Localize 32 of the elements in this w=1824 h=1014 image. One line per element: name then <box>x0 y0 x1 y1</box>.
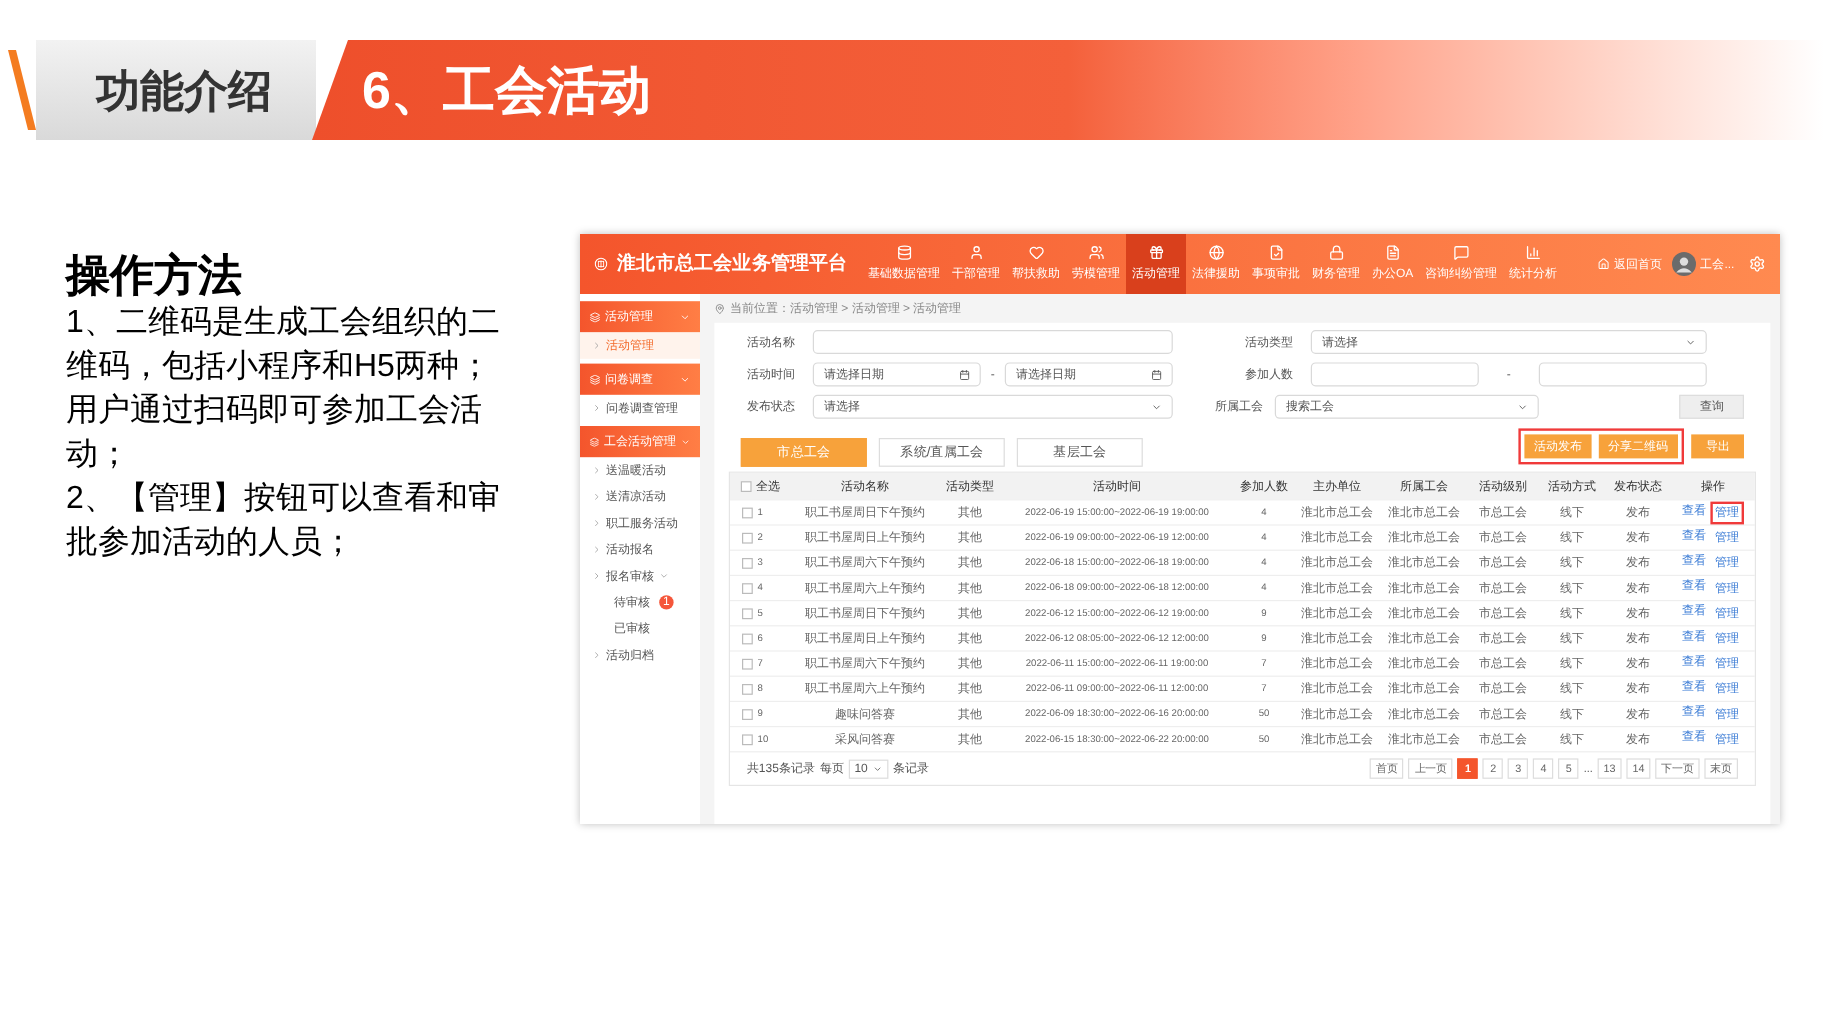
input-field[interactable] <box>1538 362 1707 387</box>
checkbox[interactable] <box>742 532 753 543</box>
globe-icon <box>1208 244 1224 261</box>
chat-icon <box>1453 244 1470 261</box>
gift-icon <box>1148 244 1164 261</box>
user-icon <box>968 244 984 261</box>
checkbox[interactable] <box>742 557 753 569</box>
heart-icon <box>1028 244 1044 261</box>
checkbox[interactable] <box>740 480 751 492</box>
input-field[interactable] <box>1310 362 1479 387</box>
document-check-icon <box>1268 244 1284 261</box>
database-icon <box>896 244 912 261</box>
users-icon <box>1088 244 1104 261</box>
app-title: 淮北市总工会业务管理平台 <box>617 250 848 278</box>
checkbox[interactable] <box>742 507 753 518</box>
checkbox[interactable] <box>742 733 753 745</box>
paragraph: 2、【管理】按钮可以查看和审批参加活动的人员； <box>66 479 502 564</box>
avatar <box>1671 252 1696 276</box>
checkbox[interactable] <box>742 633 753 644</box>
bar-chart-icon <box>1525 244 1542 261</box>
settings-icon[interactable] <box>1748 255 1766 273</box>
input-field[interactable] <box>812 330 1173 354</box>
checkbox[interactable] <box>742 607 753 619</box>
heading: 操作方法 <box>66 250 244 302</box>
checkbox[interactable] <box>742 658 753 669</box>
lock-icon <box>1328 244 1344 261</box>
document-icon <box>1384 244 1401 261</box>
section-label: 功能介绍 <box>36 40 316 140</box>
checkbox[interactable] <box>742 683 753 695</box>
checkbox[interactable] <box>742 582 753 594</box>
checkbox[interactable] <box>742 708 753 720</box>
paragraph: 1、二维码是生成工会组织的二维码，包括小程序和H5两种；用户通过扫码即可参加工会活动； <box>66 303 502 476</box>
